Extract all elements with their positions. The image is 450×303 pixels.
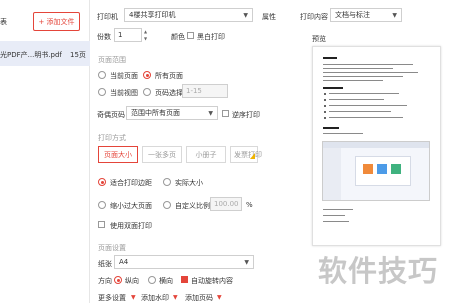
radio-current-view[interactable] (98, 88, 106, 96)
print-preview (312, 46, 441, 246)
add-watermark-link[interactable]: 添加水印 (141, 293, 169, 303)
page-select-input[interactable]: 1-15 (182, 84, 228, 98)
tab-multiple-pages[interactable]: 一张多页 (142, 146, 182, 163)
chevron-down-icon: ▼ (173, 294, 178, 301)
orientation-label: 方向 (98, 277, 112, 285)
chevron-down-icon: ▼ (244, 258, 249, 266)
radio-fit-margins[interactable] (98, 178, 106, 186)
file-list-title: 表 (0, 18, 7, 26)
paper-value: A4 (119, 258, 129, 266)
print-mode-section-title: 打印方式 (98, 134, 126, 142)
radio-custom-scale[interactable] (163, 201, 171, 209)
chevron-down-icon: ▼ (243, 11, 248, 19)
radio-actual-size-label: 实际大小 (175, 179, 203, 187)
tab-booklet[interactable]: 小册子 (186, 146, 226, 163)
auto-rotate-label: 自动旋转内容 (191, 277, 233, 285)
paper-label: 纸张 (98, 260, 112, 268)
radio-shrink-oversized[interactable] (98, 201, 106, 209)
radio-landscape-label: 横向 (159, 277, 173, 285)
custom-scale-value: 100.00 (214, 200, 239, 208)
preview-label: 预览 (312, 35, 326, 43)
tab-page-size[interactable]: 页面大小 (98, 146, 138, 163)
reverse-order-checkbox[interactable] (222, 110, 229, 117)
radio-landscape[interactable] (148, 276, 156, 284)
radio-all-pages[interactable] (143, 71, 151, 79)
reverse-order-label: 逆序打印 (232, 111, 260, 119)
print-content-label: 打印内容 (300, 13, 328, 21)
file-page-count: 15页 (70, 51, 86, 59)
radio-all-pages-label: 所有页面 (155, 72, 183, 80)
radio-custom-scale-label: 自定义比例 (175, 202, 210, 210)
radio-current-view-label: 当前视图 (110, 89, 138, 97)
printer-select[interactable]: 4楼共享打印机 ▼ (124, 8, 253, 22)
page-setup-section-title: 页面设置 (98, 244, 126, 252)
odd-even-select[interactable]: 范围中所有页面 ▼ (126, 106, 218, 120)
add-page-number-link[interactable]: 添加页码 (185, 293, 213, 303)
printer-select-value: 4楼共享打印机 (129, 11, 176, 19)
custom-scale-input[interactable]: 100.00 (210, 197, 242, 211)
chevron-down-icon: ▼ (217, 294, 222, 301)
duplex-label: 使用双面打印 (110, 222, 152, 230)
copies-label: 份数 (97, 33, 111, 41)
more-settings-link[interactable]: 更多设置 (98, 293, 126, 303)
radio-page-select[interactable] (143, 88, 151, 96)
radio-current-page-label: 当前页面 (110, 72, 138, 80)
radio-shrink-oversized-label: 缩小过大页面 (110, 202, 152, 210)
watermark-text: 软件技巧 (318, 254, 439, 288)
radio-actual-size[interactable] (163, 178, 171, 186)
page-range-section-title: 页面范围 (98, 56, 126, 64)
duplex-checkbox[interactable] (98, 221, 105, 228)
add-file-button[interactable]: + 添加文件 (33, 12, 80, 31)
chevron-down-icon: ▼ (131, 294, 136, 301)
paper-select[interactable]: A4 ▼ (114, 255, 254, 269)
preview-heading (323, 57, 337, 59)
grayscale-label: 黑白打印 (197, 33, 225, 41)
printer-label: 打印机 (97, 13, 118, 21)
vip-corner-icon (250, 153, 255, 159)
radio-portrait-label: 纵向 (125, 277, 139, 285)
file-name: 光PDF产...明书.pdf (0, 51, 62, 59)
printer-properties-link[interactable]: 属性 (262, 12, 276, 22)
radio-portrait[interactable] (114, 276, 122, 284)
copies-input[interactable]: 1 (114, 28, 142, 42)
grayscale-checkbox[interactable] (187, 32, 194, 39)
odd-even-label: 奇偶页码 (97, 111, 125, 119)
radio-fit-margins-label: 适合打印边距 (110, 179, 152, 187)
copies-stepper[interactable]: ▲ ▼ (144, 28, 151, 42)
preview-screenshot (322, 141, 430, 201)
chevron-down-icon: ▼ (208, 109, 213, 117)
color-label: 颜色 (171, 33, 185, 41)
chevron-down-icon: ▼ (392, 11, 397, 19)
print-content-select[interactable]: 文档与标注 ▼ (330, 8, 402, 22)
print-content-value: 文档与标注 (335, 11, 370, 19)
radio-current-page[interactable] (98, 71, 106, 79)
radio-page-select-label: 页码选择 (155, 89, 183, 97)
copies-value: 1 (118, 31, 123, 39)
page-select-placeholder: 1-15 (186, 87, 202, 95)
scale-unit: % (246, 201, 253, 209)
auto-rotate-checkbox[interactable] (181, 276, 188, 283)
odd-even-value: 范围中所有页面 (131, 109, 180, 117)
